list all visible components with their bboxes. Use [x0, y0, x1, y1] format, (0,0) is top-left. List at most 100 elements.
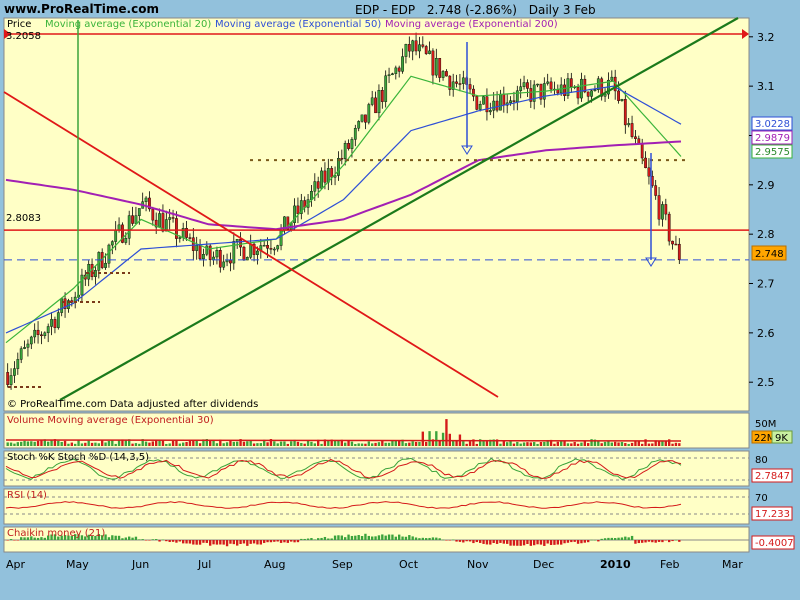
volume-bar: [144, 441, 148, 446]
chaikin-bar: [533, 540, 536, 546]
volume-bar: [512, 443, 516, 446]
volume-bar: [222, 443, 225, 446]
candle-body: [664, 204, 668, 215]
chaikin-bar: [195, 540, 198, 545]
candle-body: [151, 208, 155, 221]
chaikin-bar: [13, 540, 16, 541]
tag-rsi-text: 17.233: [755, 509, 790, 520]
chaikin-bar: [296, 540, 300, 543]
volume-bar: [445, 419, 448, 446]
volume-bar: [33, 441, 36, 446]
volume-label: Volume Moving average (Exponential 30): [7, 415, 214, 426]
volume-bar: [279, 441, 283, 446]
chaikin-bar: [357, 535, 360, 540]
chaikin-bar: [219, 540, 222, 545]
chaikin-bar: [630, 535, 634, 540]
chaikin-bar: [418, 538, 421, 540]
volume-bar: [131, 443, 134, 446]
candle-body: [640, 143, 644, 159]
candle-body: [222, 261, 226, 268]
volume-bar: [249, 440, 252, 446]
candle-body: [269, 248, 273, 250]
volume-bar: [20, 441, 23, 446]
candle-body: [421, 44, 425, 47]
chaikin-bar: [354, 535, 357, 540]
chaikin-bar: [246, 540, 249, 546]
chaikin-bar: [465, 540, 468, 542]
candle-body: [512, 100, 516, 102]
candle-body: [110, 241, 114, 246]
volume-bar: [320, 443, 323, 446]
candle-body: [256, 250, 259, 255]
candle-body: [134, 215, 138, 224]
candle-body: [536, 83, 539, 86]
volume-bar: [587, 443, 590, 446]
volume-bar: [624, 443, 627, 446]
chaikin-bar: [587, 540, 590, 543]
chart-svg[interactable]: 3.23.132.92.82.72.62.5AprMayJunJulAugSep…: [0, 0, 800, 600]
volume-bar: [529, 442, 532, 446]
volume-bar: [580, 442, 583, 446]
candle-body: [522, 82, 526, 87]
tag-volume: 22M 9K: [751, 430, 793, 444]
candle-body: [229, 259, 232, 264]
chaikin-bar: [347, 534, 350, 540]
chaikin-bar: [171, 540, 175, 542]
candle-body: [158, 213, 161, 228]
volume-bar: [327, 440, 330, 446]
candle-body: [330, 168, 334, 178]
volume-bar: [188, 440, 192, 446]
volume-bar: [70, 442, 73, 446]
x-label: Jul: [197, 558, 211, 571]
candle-body: [647, 167, 651, 177]
candle-body: [323, 170, 327, 183]
volume-bar: [310, 441, 313, 446]
chaikin-bar: [310, 538, 313, 540]
chaikin-bar: [327, 538, 330, 540]
tag-price: 2.748: [751, 245, 787, 261]
volume-bar: [377, 442, 381, 446]
candle-body: [674, 243, 678, 246]
candle-body: [620, 99, 624, 101]
chaikin-bar: [273, 540, 276, 542]
volume-bar: [111, 440, 114, 446]
candle-body: [360, 114, 364, 122]
x-label: Sep: [332, 558, 353, 571]
candle-body: [391, 73, 394, 75]
candle-body: [225, 259, 229, 263]
chaikin-bar: [647, 540, 651, 542]
volume-bar: [171, 440, 175, 446]
volume-bar: [300, 442, 303, 446]
candle-body: [178, 237, 182, 239]
candle-body: [117, 224, 121, 231]
corner-value: 3.2058: [6, 31, 41, 42]
volume-bar: [441, 432, 445, 446]
candle-body: [370, 97, 374, 105]
volume-bar: [630, 442, 634, 446]
x-label: Jun: [131, 558, 149, 571]
volume-bar: [418, 441, 421, 446]
x-label: Aug: [264, 558, 285, 571]
candle-body: [276, 245, 280, 250]
chaikin-bar: [404, 536, 408, 540]
candle-body: [401, 56, 404, 72]
chaikin-bar: [543, 540, 546, 546]
chaikin-bar: [597, 540, 600, 542]
chaikin-bar: [205, 540, 208, 543]
volume-bar: [94, 442, 97, 446]
candle-body: [488, 110, 492, 113]
volume-bar: [13, 443, 16, 446]
candle-body: [131, 215, 134, 224]
candle-body: [191, 237, 195, 251]
chaikin-bar: [492, 540, 495, 544]
candle-body: [586, 91, 590, 97]
chaikin-bar: [185, 540, 188, 544]
volume-bar: [536, 443, 539, 446]
ema200-legend: Moving average (Exponential 200): [385, 19, 558, 30]
chaikin-bar: [674, 539, 678, 541]
support-value: 2.8083: [6, 213, 41, 224]
chaikin-bar: [468, 540, 472, 542]
candle-body: [623, 99, 627, 126]
candle-body: [495, 100, 499, 111]
volume-bar: [553, 443, 556, 446]
